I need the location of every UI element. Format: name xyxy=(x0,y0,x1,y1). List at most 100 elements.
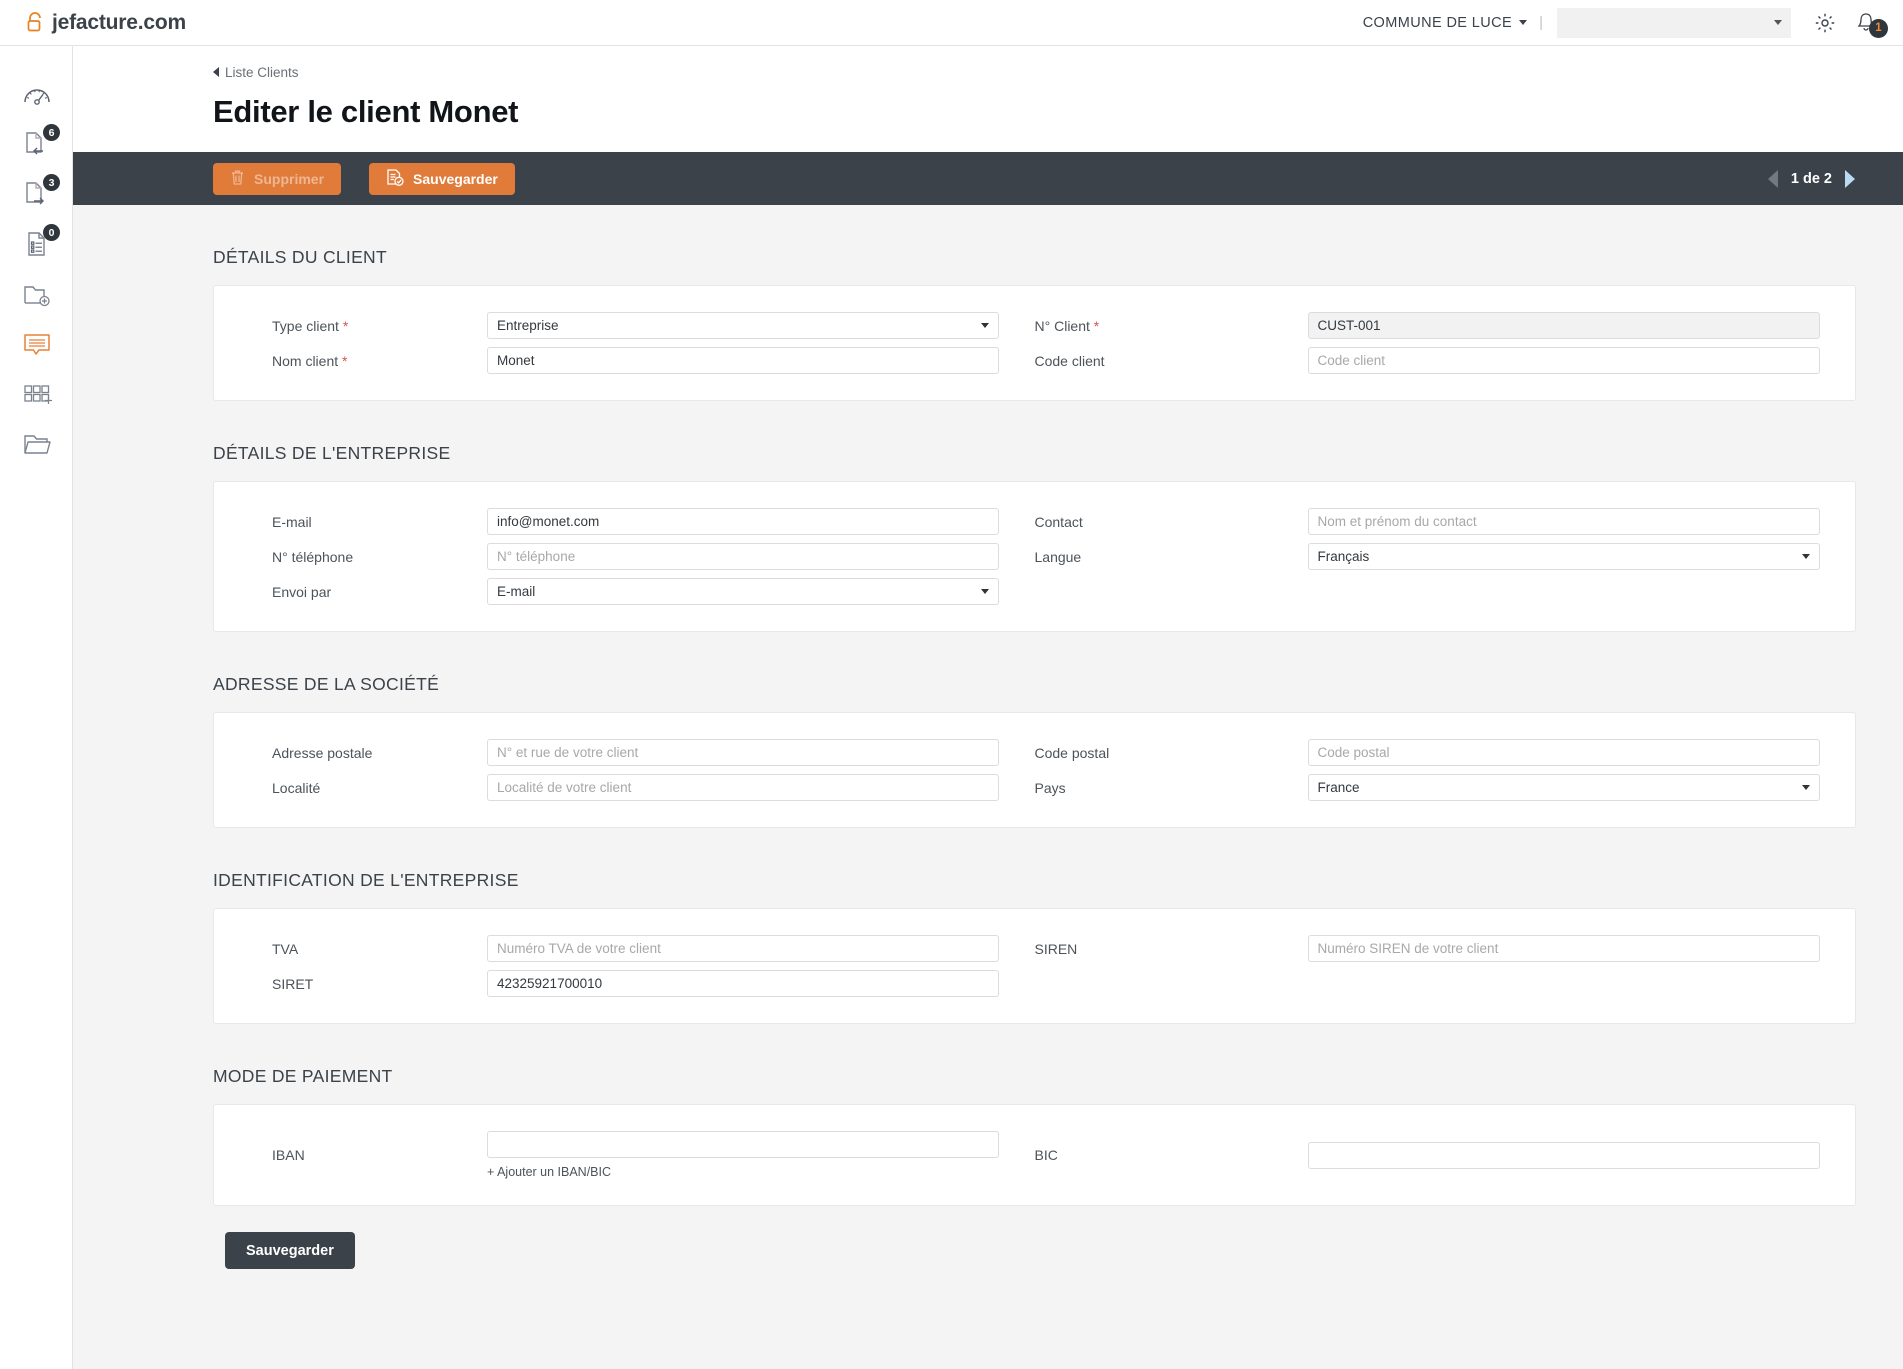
langue-select[interactable] xyxy=(1307,543,1820,570)
left-sidebar: 6 3 0 xyxy=(0,46,73,1369)
field-envoi-par[interactable] xyxy=(487,578,999,605)
top-bar-right: COMMUNE DE LUCE | 1 xyxy=(1362,7,1903,38)
pays-select[interactable] xyxy=(1307,774,1820,801)
section-title-company-address: ADRESSE DE LA SOCIÉTÉ xyxy=(213,674,440,694)
add-iban-bic-link[interactable]: + Ajouter un IBAN/BIC xyxy=(487,1165,999,1179)
sidebar-item-dashboard[interactable] xyxy=(0,70,73,120)
num-client-input[interactable] xyxy=(1307,312,1820,339)
label-adresse-postale: Adresse postale xyxy=(272,744,373,761)
sidebar-item-document-list[interactable]: 0 xyxy=(0,220,73,270)
sidebar-item-archive[interactable] xyxy=(0,420,73,470)
form-col-left: SIRET xyxy=(214,970,1035,997)
form-col-left: IBAN + Ajouter un IBAN/BIC xyxy=(214,1131,1035,1179)
grid-add-icon xyxy=(23,385,52,404)
chevron-left-icon[interactable] xyxy=(1767,169,1778,188)
sidebar-badge: 0 xyxy=(43,224,60,241)
label-bic: BIC xyxy=(1034,1147,1058,1163)
label-localite: Localité xyxy=(272,779,321,796)
notifications-bell[interactable]: 1 xyxy=(1855,11,1888,38)
breadcrumb-label: Liste Clients xyxy=(225,64,299,80)
top-bar: jefacture.com COMMUNE DE LUCE | 1 xyxy=(0,0,1903,46)
tva-input[interactable] xyxy=(487,935,999,962)
nom-client-input[interactable] xyxy=(487,347,999,374)
chevron-down-icon xyxy=(1519,20,1528,25)
adresse-postale-input[interactable] xyxy=(487,739,999,766)
form-row: TVA SIREN xyxy=(214,935,1855,962)
siren-input[interactable] xyxy=(1307,935,1820,962)
sidebar-item-add-folder[interactable] xyxy=(0,270,73,320)
label-langue: Langue xyxy=(1034,548,1082,565)
iban-input[interactable] xyxy=(487,1131,999,1158)
sidebar-item-outgoing-documents[interactable]: 3 xyxy=(0,170,73,220)
label-siret: SIRET xyxy=(272,975,314,992)
folder-open-icon xyxy=(23,435,51,454)
form-row: E-mail Contact xyxy=(214,508,1855,535)
field-type-client[interactable] xyxy=(487,312,999,339)
folder-add-icon xyxy=(23,286,50,307)
type-client-select[interactable] xyxy=(487,312,999,339)
bic-input[interactable] xyxy=(1307,1141,1820,1169)
code-client-input[interactable] xyxy=(1307,347,1820,374)
form-col-left: Envoi par xyxy=(214,578,1035,605)
form-col-right: Pays xyxy=(1035,774,1856,801)
iban-group: + Ajouter un IBAN/BIC xyxy=(487,1131,999,1179)
card-company-identification: TVA SIREN SIRET xyxy=(213,908,1856,1024)
chevron-left-icon xyxy=(213,67,219,77)
label-siren: SIREN xyxy=(1034,940,1078,957)
label-iban: IBAN xyxy=(272,1147,305,1163)
form-col-left: E-mail xyxy=(214,508,1035,535)
chevron-down-icon xyxy=(1774,19,1782,25)
save-button[interactable]: Sauvegarder xyxy=(369,162,515,195)
gear-icon[interactable] xyxy=(1814,12,1836,34)
section-title-payment-mode: MODE DE PAIEMENT xyxy=(213,1066,393,1086)
form-row: Nom client * Code client xyxy=(214,347,1855,374)
notification-badge: 1 xyxy=(1869,18,1888,38)
record-pagination: 1 de 2 xyxy=(1767,169,1855,188)
context-select[interactable] xyxy=(1557,7,1791,38)
contact-input[interactable] xyxy=(1307,508,1820,535)
breadcrumb[interactable]: Liste Clients xyxy=(213,65,299,80)
section-title-company-details: DÉTAILS DE L'ENTREPRISE xyxy=(213,443,451,463)
form-col-right: Code client xyxy=(1035,347,1856,374)
email-input[interactable] xyxy=(487,508,999,535)
form-col-left: TVA xyxy=(214,935,1035,962)
footer-save-button[interactable]: Sauvegarder xyxy=(225,1232,355,1269)
form-col-right: N° Client * xyxy=(1035,312,1856,339)
label-code-postal: Code postal xyxy=(1034,744,1110,761)
chevron-right-icon[interactable] xyxy=(1845,169,1855,188)
lock-icon xyxy=(26,12,44,33)
sidebar-badge: 6 xyxy=(43,124,60,141)
org-name-label: COMMUNE DE LUCE xyxy=(1362,14,1513,31)
telephone-input[interactable] xyxy=(487,543,999,570)
org-switcher[interactable]: COMMUNE DE LUCE xyxy=(1362,14,1528,31)
card-client-details: Type client * N° Client * xyxy=(213,285,1856,401)
code-postal-input[interactable] xyxy=(1307,739,1820,766)
form-row: Adresse postale Code postal xyxy=(214,739,1855,766)
field-pays[interactable] xyxy=(1307,774,1820,801)
siret-input[interactable] xyxy=(487,970,999,997)
sidebar-item-messages[interactable] xyxy=(0,320,73,370)
main-content: Liste Clients Editer le client Monet Sup… xyxy=(73,46,1903,1369)
label-nom-client: Nom client * xyxy=(214,353,487,369)
form-col-right: Langue xyxy=(1035,543,1856,570)
label-telephone: N° téléphone xyxy=(272,548,354,565)
label-email: E-mail xyxy=(272,513,312,530)
form-col-left: Localité xyxy=(214,774,1035,801)
required-marker: * xyxy=(342,352,348,369)
brand-logo[interactable]: jefacture.com xyxy=(26,11,186,35)
card-company-address: Adresse postale Code postal Localité Pay… xyxy=(213,712,1856,828)
localite-input[interactable] xyxy=(487,774,999,801)
card-payment-mode: IBAN + Ajouter un IBAN/BIC BIC xyxy=(213,1104,1856,1206)
field-langue[interactable] xyxy=(1307,543,1820,570)
form-row: Envoi par xyxy=(214,578,1855,605)
sidebar-item-incoming-documents[interactable]: 6 xyxy=(0,120,73,170)
delete-button[interactable]: Supprimer xyxy=(213,162,342,195)
section-title-client-details: DÉTAILS DU CLIENT xyxy=(213,247,387,267)
envoi-par-select[interactable] xyxy=(487,578,999,605)
label-tva: TVA xyxy=(272,940,299,957)
form-content: DÉTAILS DU CLIENT Type client * N° Clien… xyxy=(73,247,1903,1309)
form-col-left: Type client * xyxy=(214,312,1035,339)
required-marker: * xyxy=(342,317,349,334)
sidebar-item-add-module[interactable] xyxy=(0,370,73,420)
sidebar-badge: 3 xyxy=(43,174,60,191)
